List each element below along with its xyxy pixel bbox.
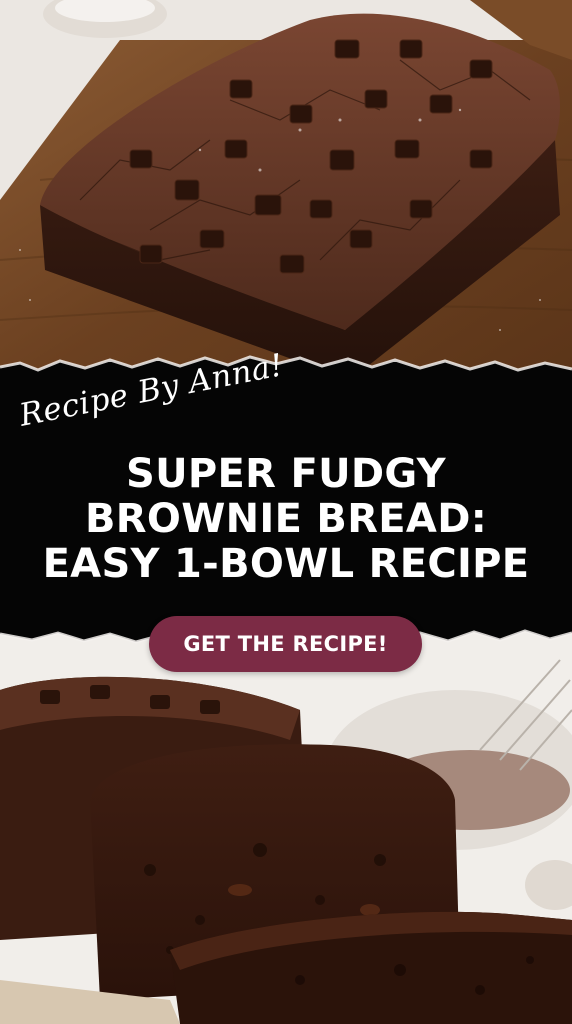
- recipe-title: SUPER FUDGY BROWNIE BREAD: EASY 1-BOWL R…: [0, 452, 572, 586]
- bottom-photo-sliced-brownie-bread: [0, 620, 572, 1024]
- top-photo-brownie-loaf: [0, 0, 572, 400]
- get-the-recipe-button[interactable]: GET THE RECIPE!: [149, 616, 422, 672]
- title-line-1: SUPER FUDGY: [126, 451, 446, 497]
- title-line-2: BROWNIE BREAD:: [85, 495, 487, 542]
- title-line-3: EASY 1-BOWL RECIPE: [42, 540, 530, 587]
- pin-graphic: Recipe By Anna! SUPER FUDGY BROWNIE BREA…: [0, 0, 572, 1024]
